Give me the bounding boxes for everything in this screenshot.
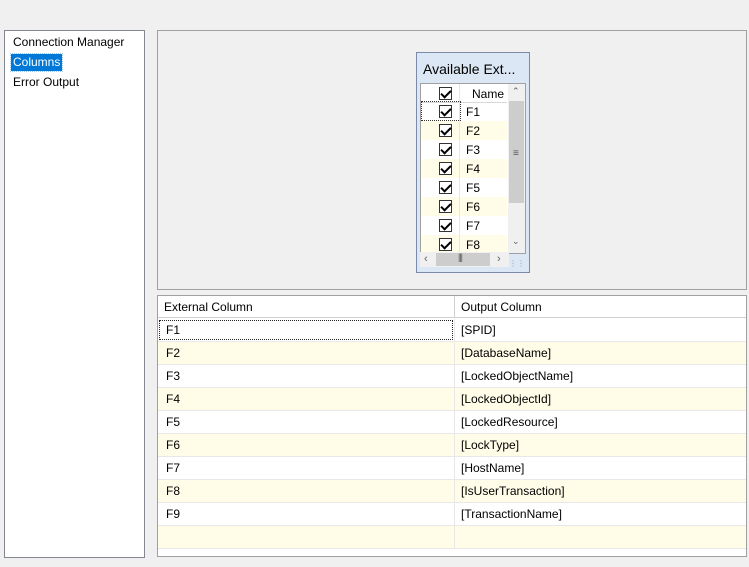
table-row[interactable]: F5 [LockedResource] — [158, 411, 746, 434]
external-column-cell[interactable]: F5 — [158, 411, 454, 433]
select-all-checkbox[interactable] — [439, 87, 452, 100]
column-divider — [459, 159, 460, 178]
table-row[interactable]: F4 [LockedObjectId] — [158, 388, 746, 411]
list-item[interactable]: F5 — [421, 178, 507, 197]
output-column-cell[interactable]: [SPID] — [454, 319, 746, 341]
external-column-cell[interactable]: F2 — [158, 342, 454, 364]
column-checkbox[interactable] — [439, 143, 452, 156]
column-name: F6 — [466, 200, 481, 214]
output-column-cell[interactable]: [LockedObjectName] — [454, 365, 746, 387]
scroll-up-icon[interactable]: ⌃ — [512, 86, 520, 97]
horizontal-scrollbar[interactable]: ‹ ||| › — [420, 252, 509, 267]
external-column-cell[interactable]: F1 — [158, 319, 454, 341]
scroll-grip-icon: ||| — [458, 252, 463, 262]
scroll-right-icon[interactable]: › — [497, 253, 501, 265]
column-name: F1 — [466, 105, 481, 119]
table-row[interactable]: F6 [LockType] — [158, 434, 746, 457]
column-divider — [459, 178, 460, 197]
column-mapping-grid: External Column Output Column F1 [SPID] F2… — [157, 295, 747, 557]
table-row[interactable]: F7 [HostName] — [158, 457, 746, 480]
output-column-cell[interactable]: [LockType] — [454, 434, 746, 456]
external-column-header[interactable]: External Column — [158, 296, 454, 318]
available-columns-box: Available Ext... Name F1 F2 F3 F4 F5 F6 F7 F8 ⌃… — [416, 52, 530, 273]
column-name: F7 — [466, 219, 481, 233]
table-row[interactable]: F1 [SPID] — [158, 319, 746, 342]
output-column-header[interactable]: Output Column — [454, 296, 746, 318]
output-column-cell[interactable]: [IsUserTransaction] — [454, 480, 746, 502]
column-divider — [459, 216, 460, 235]
list-item[interactable]: F1 — [421, 101, 507, 121]
available-columns-list: Name F1 F2 F3 F4 F5 F6 F7 F8 ⌃ ≡ ⌄ — [420, 83, 526, 254]
external-column-cell[interactable]: F8 — [158, 480, 454, 502]
table-row[interactable]: F9 [TransactionName] — [158, 503, 746, 526]
scroll-down-icon[interactable]: ⌄ — [512, 236, 520, 247]
resize-grip-icon[interactable]: ⋮⋮ — [509, 259, 525, 268]
list-header: Name — [421, 84, 507, 103]
external-column-cell[interactable] — [158, 526, 454, 548]
scroll-thumb-horizontal[interactable] — [436, 253, 490, 266]
column-divider — [459, 140, 460, 159]
column-divider — [459, 102, 460, 121]
nav-panel: Connection Manager Columns Error Output — [4, 30, 145, 558]
external-column-cell[interactable]: F4 — [158, 388, 454, 410]
column-divider — [459, 84, 460, 102]
column-name: F4 — [466, 162, 481, 176]
external-column-cell[interactable]: F3 — [158, 365, 454, 387]
external-column-cell[interactable]: F6 — [158, 434, 454, 456]
column-name: F5 — [466, 181, 481, 195]
column-checkbox[interactable] — [439, 124, 452, 137]
table-row[interactable]: F3 [LockedObjectName] — [158, 365, 746, 388]
empty-row[interactable] — [158, 526, 746, 549]
column-checkbox[interactable] — [439, 162, 452, 175]
list-item[interactable]: F3 — [421, 140, 507, 159]
column-checkbox[interactable] — [439, 238, 452, 251]
external-column-cell[interactable]: F9 — [158, 503, 454, 525]
column-checkbox[interactable] — [439, 219, 452, 232]
table-row[interactable]: F8 [IsUserTransaction] — [158, 480, 746, 503]
scroll-grip-icon: ≡ — [513, 148, 519, 159]
nav-item-error-output[interactable]: Error Output — [11, 74, 81, 91]
output-column-cell[interactable]: [DatabaseName] — [454, 342, 746, 364]
external-column-cell[interactable]: F7 — [158, 457, 454, 479]
output-column-cell[interactable]: [TransactionName] — [454, 503, 746, 525]
list-item[interactable]: F4 — [421, 159, 507, 178]
output-column-cell[interactable]: [HostName] — [454, 457, 746, 479]
nav-item-columns[interactable]: Columns — [9, 53, 64, 72]
column-name: F8 — [466, 238, 481, 252]
list-item[interactable]: F2 — [421, 121, 507, 140]
column-preview-pane: Available Ext... Name F1 F2 F3 F4 F5 F6 F7 F8 ⌃… — [157, 30, 747, 290]
column-divider — [459, 121, 460, 140]
column-checkbox[interactable] — [439, 200, 452, 213]
column-checkbox[interactable] — [439, 105, 452, 118]
column-checkbox[interactable] — [439, 181, 452, 194]
table-row[interactable]: F2 [DatabaseName] — [158, 342, 746, 365]
output-column-cell[interactable] — [454, 526, 746, 548]
output-column-cell[interactable]: [LockedResource] — [454, 411, 746, 433]
list-item[interactable]: F6 — [421, 197, 507, 216]
available-columns-title: Available Ext... — [423, 61, 516, 77]
scroll-left-icon[interactable]: ‹ — [424, 253, 428, 265]
output-column-cell[interactable]: [LockedObjectId] — [454, 388, 746, 410]
column-name: F2 — [466, 124, 481, 138]
name-column-header[interactable]: Name — [472, 87, 504, 101]
column-divider — [459, 197, 460, 216]
nav-item-connection-manager[interactable]: Connection Manager — [11, 34, 126, 51]
column-name: F3 — [466, 143, 481, 157]
vertical-scrollbar[interactable]: ⌃ ≡ ⌄ — [508, 84, 525, 253]
list-item[interactable]: F7 — [421, 216, 507, 235]
